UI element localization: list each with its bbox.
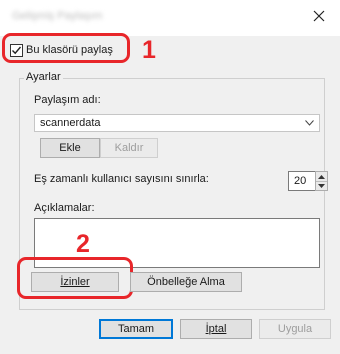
settings-group-title: Ayarlar [24,71,63,84]
comments-label: Açıklamalar: [34,202,95,214]
permissions-button-label: İzinler [60,276,90,288]
cancel-button[interactable]: İptal [180,319,252,339]
arrow-up-icon [318,174,325,179]
remove-button[interactable]: Kaldır [100,138,158,158]
share-folder-checkbox[interactable]: Bu klasörü paylaş [10,40,113,60]
permissions-button[interactable]: İzinler [31,272,119,292]
user-limit-spinner[interactable] [315,171,328,191]
step-marker-2: 2 [76,230,90,258]
spin-down-button[interactable] [316,181,327,190]
add-button[interactable]: Ekle [40,138,100,158]
share-name-value: scannerdata [40,117,101,129]
apply-button[interactable]: Uygula [259,319,331,339]
step-marker-1: 1 [142,36,156,64]
dialog-body: Bu klasörü paylaş 1 Ayarlar Paylaşım adı… [0,33,340,354]
share-folder-label: Bu klasörü paylaş [26,44,113,56]
close-button[interactable] [308,6,330,26]
caching-button[interactable]: Önbelleğe Alma [130,272,242,292]
checkbox-box[interactable] [10,43,23,57]
advanced-sharing-dialog: Gelişmiş Paylaşım Bu klasörü paylaş 1 Ay… [0,0,340,354]
caching-button-label: Önbelleğe Alma [147,276,225,288]
close-icon [313,10,325,22]
share-name-label: Paylaşım adı: [34,94,101,106]
share-name-combobox[interactable]: scannerdata [34,114,320,132]
checkmark-icon [12,46,22,54]
chevron-down-icon [305,120,314,126]
cancel-button-label: İptal [205,323,227,335]
window-title: Gelişmiş Paylaşım [12,10,103,22]
user-limit-value: 20 [294,175,307,187]
user-limit-label: Eş zamanlı kullanıcı sayısını sınırla: [34,173,209,185]
ok-button[interactable]: Tamam [99,319,173,339]
arrow-down-icon [318,183,325,188]
user-limit-input[interactable]: 20 [288,171,316,191]
